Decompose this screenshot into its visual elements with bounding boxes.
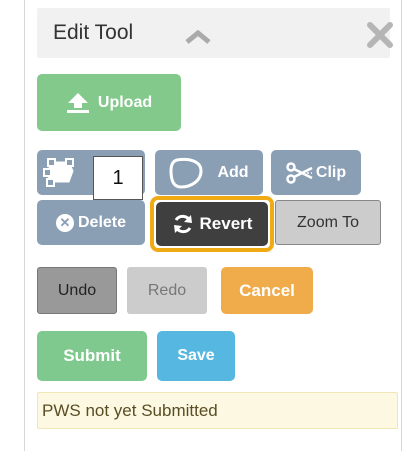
chevron-up-icon[interactable] <box>185 29 211 49</box>
delete-label: Delete <box>77 213 127 231</box>
revert-label: Revert <box>199 214 253 233</box>
revert-button[interactable]: Revert <box>156 202 268 246</box>
edit-vertices-icon <box>43 158 74 187</box>
zoom-to-button[interactable]: Zoom To <box>275 200 381 245</box>
step-number-tooltip: 1 <box>93 156 143 200</box>
clip-button[interactable]: Clip <box>271 150 361 195</box>
redo-button[interactable]: Redo <box>127 267 207 314</box>
save-button[interactable]: Save <box>157 331 235 381</box>
polygon-shape-icon <box>169 157 203 189</box>
refresh-icon <box>173 214 192 234</box>
clip-label: Clip <box>315 163 347 181</box>
remove-circle-icon: ✕ <box>55 213 74 232</box>
upload-label: Upload <box>97 93 153 111</box>
submit-button[interactable]: Submit <box>37 331 147 381</box>
panel-title: Edit Tool <box>53 21 134 44</box>
undo-button[interactable]: Undo <box>37 267 117 314</box>
status-message: PWS not yet Submitted <box>37 392 398 429</box>
close-icon[interactable] <box>367 22 393 53</box>
panel-header: Edit Tool <box>37 8 393 58</box>
edit-tool-panel: Edit Tool Upload 1 Add Clip ✕ Delete Rev… <box>24 0 402 451</box>
cancel-button[interactable]: Cancel <box>221 267 313 314</box>
scissors-icon <box>286 161 313 184</box>
add-label: Add <box>217 163 249 181</box>
upload-button[interactable]: Upload <box>37 74 181 131</box>
add-button[interactable]: Add <box>155 150 263 195</box>
upload-icon <box>66 92 89 113</box>
delete-button[interactable]: ✕ Delete <box>37 200 145 245</box>
